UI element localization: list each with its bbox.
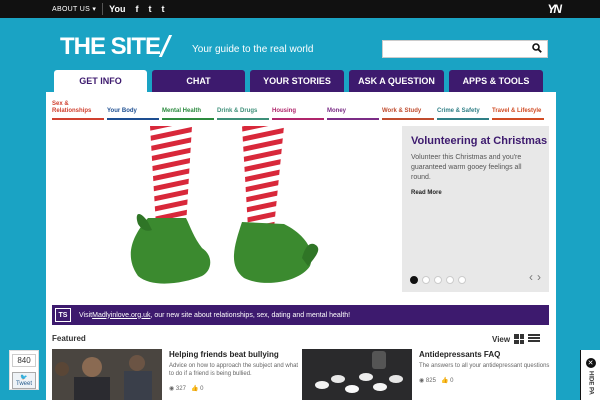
view-count: 825 — [425, 377, 436, 384]
slide-dot[interactable] — [434, 276, 442, 284]
like-count: 0 — [450, 377, 454, 384]
eye-icon: ◉ — [169, 385, 175, 392]
category-housing[interactable]: Housing — [272, 100, 324, 120]
about-us-link[interactable]: ABOUT US ▾ — [52, 5, 96, 13]
chevron-right-icon[interactable]: › — [537, 270, 541, 284]
article-thumbnail — [52, 349, 162, 400]
share-widget: 840 🐦 Tweet — [9, 350, 39, 390]
tweet-button[interactable]: 🐦 Tweet — [12, 372, 36, 389]
category-travel-lifestyle[interactable]: Travel & Lifestyle — [492, 100, 544, 120]
grid-view-icon[interactable] — [514, 334, 525, 344]
facebook-icon[interactable]: f — [135, 4, 138, 14]
read-more-link[interactable]: Read More — [411, 190, 549, 196]
hide-panel-tab[interactable]: ✕ HIDE PA — [580, 350, 600, 400]
featured-heading: Featured — [52, 334, 86, 343]
banner-suffix: , our new site about relationships, sex,… — [150, 311, 351, 319]
twitter-icon[interactable]: t — [148, 4, 151, 14]
hide-panel-label: HIDE PA — [587, 371, 594, 395]
view-label: View — [492, 334, 511, 344]
like-count: 0 — [200, 385, 204, 392]
article-title[interactable]: Antidepressants FAQ — [419, 350, 550, 359]
category-mental-health[interactable]: Mental Health — [162, 100, 214, 120]
content-panel: Sex & Relationships Your Body Mental Hea… — [46, 92, 556, 400]
close-icon[interactable]: ✕ — [585, 358, 596, 368]
search-input[interactable] — [383, 43, 523, 59]
tab-your-stories[interactable]: YOUR STORIES — [250, 70, 344, 92]
main-tabs: GET INFO CHAT YOUR STORIES ASK A QUESTIO… — [54, 70, 548, 92]
madlyinlove-link[interactable]: Madlyinlove.org.uk — [92, 312, 150, 319]
article-title[interactable]: Helping friends beat bullying — [169, 350, 300, 359]
category-drink-drugs[interactable]: Drink & Drugs — [217, 100, 269, 120]
slide-dot[interactable] — [410, 276, 418, 284]
category-nav: Sex & Relationships Your Body Mental Hea… — [52, 100, 547, 120]
banner-prefix: Visit — [79, 311, 93, 319]
category-work-study[interactable]: Work & Study — [382, 100, 434, 120]
divider — [102, 3, 104, 15]
list-view-icon[interactable] — [528, 334, 541, 344]
category-sex-relationships[interactable]: Sex & Relationships — [52, 100, 104, 120]
tumblr-icon[interactable]: t — [161, 4, 164, 14]
slide-arrows: ‹ › — [529, 270, 541, 284]
article-meta: ◉ 825 👍 0 — [419, 377, 550, 384]
tab-chat[interactable]: CHAT — [152, 70, 245, 92]
site-logo[interactable]: THE SITE — [60, 33, 173, 61]
article-meta: ◉ 327 👍 0 — [169, 385, 300, 392]
search-icon[interactable] — [532, 43, 542, 56]
share-count: 840 — [12, 354, 36, 367]
category-your-body[interactable]: Your Body — [107, 100, 159, 120]
featured-slide: Volunteering at Christmas Volunteer this… — [402, 126, 549, 292]
ts-badge: TS — [55, 308, 71, 322]
youtube-icon[interactable]: You — [109, 4, 125, 14]
article-description: The answers to all your antidepressant q… — [419, 363, 550, 369]
category-crime-safety[interactable]: Crime & Safety — [437, 100, 489, 120]
search-box — [382, 40, 548, 59]
site-tagline: Your guide to the real world — [192, 44, 314, 55]
tab-get-info[interactable]: GET INFO — [54, 70, 147, 92]
eye-icon: ◉ — [419, 377, 425, 384]
view-toggle: View — [492, 334, 541, 344]
promo-banner: TS Visit Madlyinlove.org.uk , our new si… — [52, 305, 549, 325]
article-description: Advice on how to approach the subject an… — [169, 363, 299, 377]
chevron-left-icon[interactable]: ‹ — [529, 270, 533, 284]
slide-title[interactable]: Volunteering at Christmas — [411, 135, 549, 147]
category-money[interactable]: Money — [327, 100, 379, 120]
article-card[interactable]: Helping friends beat bullying Advice on … — [52, 349, 300, 400]
slide-description: Volunteer this Christmas and you're guar… — [411, 154, 522, 181]
thumbs-up-icon[interactable]: 👍 — [191, 386, 198, 392]
slide-dot[interactable] — [458, 276, 466, 284]
slide-dots — [410, 276, 470, 284]
view-count: 327 — [175, 385, 186, 392]
thumbs-up-icon[interactable]: 👍 — [441, 378, 448, 384]
article-card[interactable]: Antidepressants FAQ The answers to all y… — [302, 349, 550, 400]
top-bar: ABOUT US ▾ You f t t YN — [0, 0, 600, 18]
tab-ask-a-question[interactable]: ASK A QUESTION — [349, 70, 444, 92]
hero-image[interactable] — [52, 126, 402, 292]
article-thumbnail — [302, 349, 412, 400]
slide-dot[interactable] — [422, 276, 430, 284]
tab-apps-tools[interactable]: APPS & TOOLS — [449, 70, 543, 92]
slide-dot[interactable] — [446, 276, 454, 284]
network-logo[interactable]: YN — [547, 2, 562, 16]
